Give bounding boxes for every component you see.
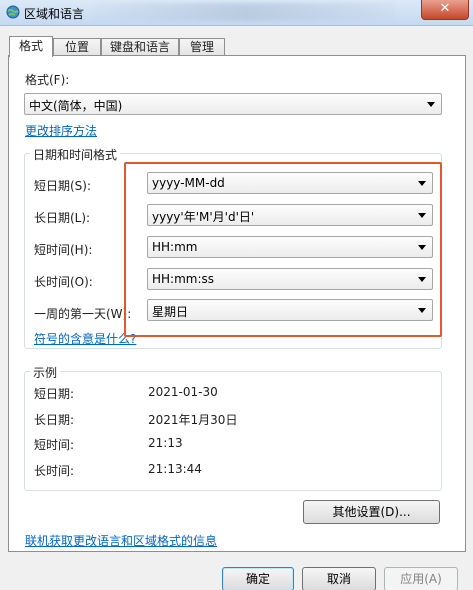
first-day-of-week-select[interactable]: 星期日: [147, 299, 433, 321]
example-long-date-value: 2021年1月30日: [148, 413, 238, 427]
title-bar: 区域和语言 ✕: [0, 0, 473, 26]
long-date-select[interactable]: yyyy'年'M'月'd'日': [147, 204, 433, 226]
title-bar-blur: [95, 3, 395, 21]
example-short-time-value: 21:13: [148, 436, 183, 450]
format-label: 格式(F):: [25, 73, 70, 87]
chevron-down-icon: [418, 277, 426, 282]
examples-group-title: 示例: [30, 364, 61, 381]
apply-button[interactable]: 应用(A): [384, 567, 458, 590]
examples-group: [24, 371, 442, 491]
change-sort-link[interactable]: 更改排序方法: [25, 122, 97, 139]
short-date-label: 短日期(S):: [34, 179, 92, 193]
first-day-of-week-value: 星期日: [152, 305, 189, 319]
tab-administrative[interactable]: 管理: [179, 38, 225, 56]
example-long-time-value: 21:13:44: [148, 462, 202, 476]
symbols-meaning-link[interactable]: 符号的含意是什么?: [34, 330, 136, 347]
chevron-down-icon: [418, 181, 426, 186]
online-info-link[interactable]: 联机获取更改语言和区域格式的信息: [25, 532, 217, 549]
long-date-value: yyyy'年'M'月'd'日': [152, 210, 255, 224]
example-long-time-label: 长时间:: [34, 464, 75, 478]
chevron-down-icon: [418, 245, 426, 250]
short-time-value: HH:mm: [152, 240, 198, 254]
close-button[interactable]: ✕: [421, 0, 469, 20]
dialog-body: 格式 位置 键盘和语言 管理 格式(F): 中文(简体，中国) 更改排序方法 日…: [0, 26, 473, 590]
region-globe-icon: [6, 5, 20, 19]
tab-location[interactable]: 位置: [53, 38, 101, 56]
short-time-label: 短时间(H):: [34, 243, 93, 257]
example-short-date-value: 2021-01-30: [148, 385, 218, 399]
example-short-time-label: 短时间:: [34, 438, 75, 452]
short-date-select[interactable]: yyyy-MM-dd: [147, 172, 433, 194]
example-long-date-label: 长日期:: [34, 413, 75, 427]
format-select-value: 中文(简体，中国): [29, 99, 123, 113]
long-time-label: 长时间(O):: [34, 275, 93, 289]
long-time-select[interactable]: HH:mm:ss: [147, 268, 433, 290]
other-settings-button[interactable]: 其他设置(D)...: [303, 500, 440, 524]
chevron-down-icon: [418, 308, 426, 313]
chevron-down-icon: [427, 102, 435, 107]
example-short-date-label: 短日期:: [34, 387, 75, 401]
first-day-of-week-label: 一周的第一天(W):: [34, 307, 132, 321]
chevron-down-icon: [418, 213, 426, 218]
long-time-value: HH:mm:ss: [152, 272, 215, 286]
short-time-select[interactable]: HH:mm: [147, 236, 433, 258]
short-date-value: yyyy-MM-dd: [152, 176, 225, 190]
datetime-group-title: 日期和时间格式: [30, 146, 121, 163]
ok-button[interactable]: 确定: [222, 567, 294, 590]
cancel-button[interactable]: 取消: [302, 567, 376, 590]
tab-keyboard-language[interactable]: 键盘和语言: [101, 38, 179, 56]
format-select[interactable]: 中文(简体，中国): [24, 93, 442, 115]
window-title: 区域和语言: [24, 7, 85, 21]
tab-format[interactable]: 格式: [9, 36, 53, 57]
long-date-label: 长日期(L):: [34, 211, 91, 225]
